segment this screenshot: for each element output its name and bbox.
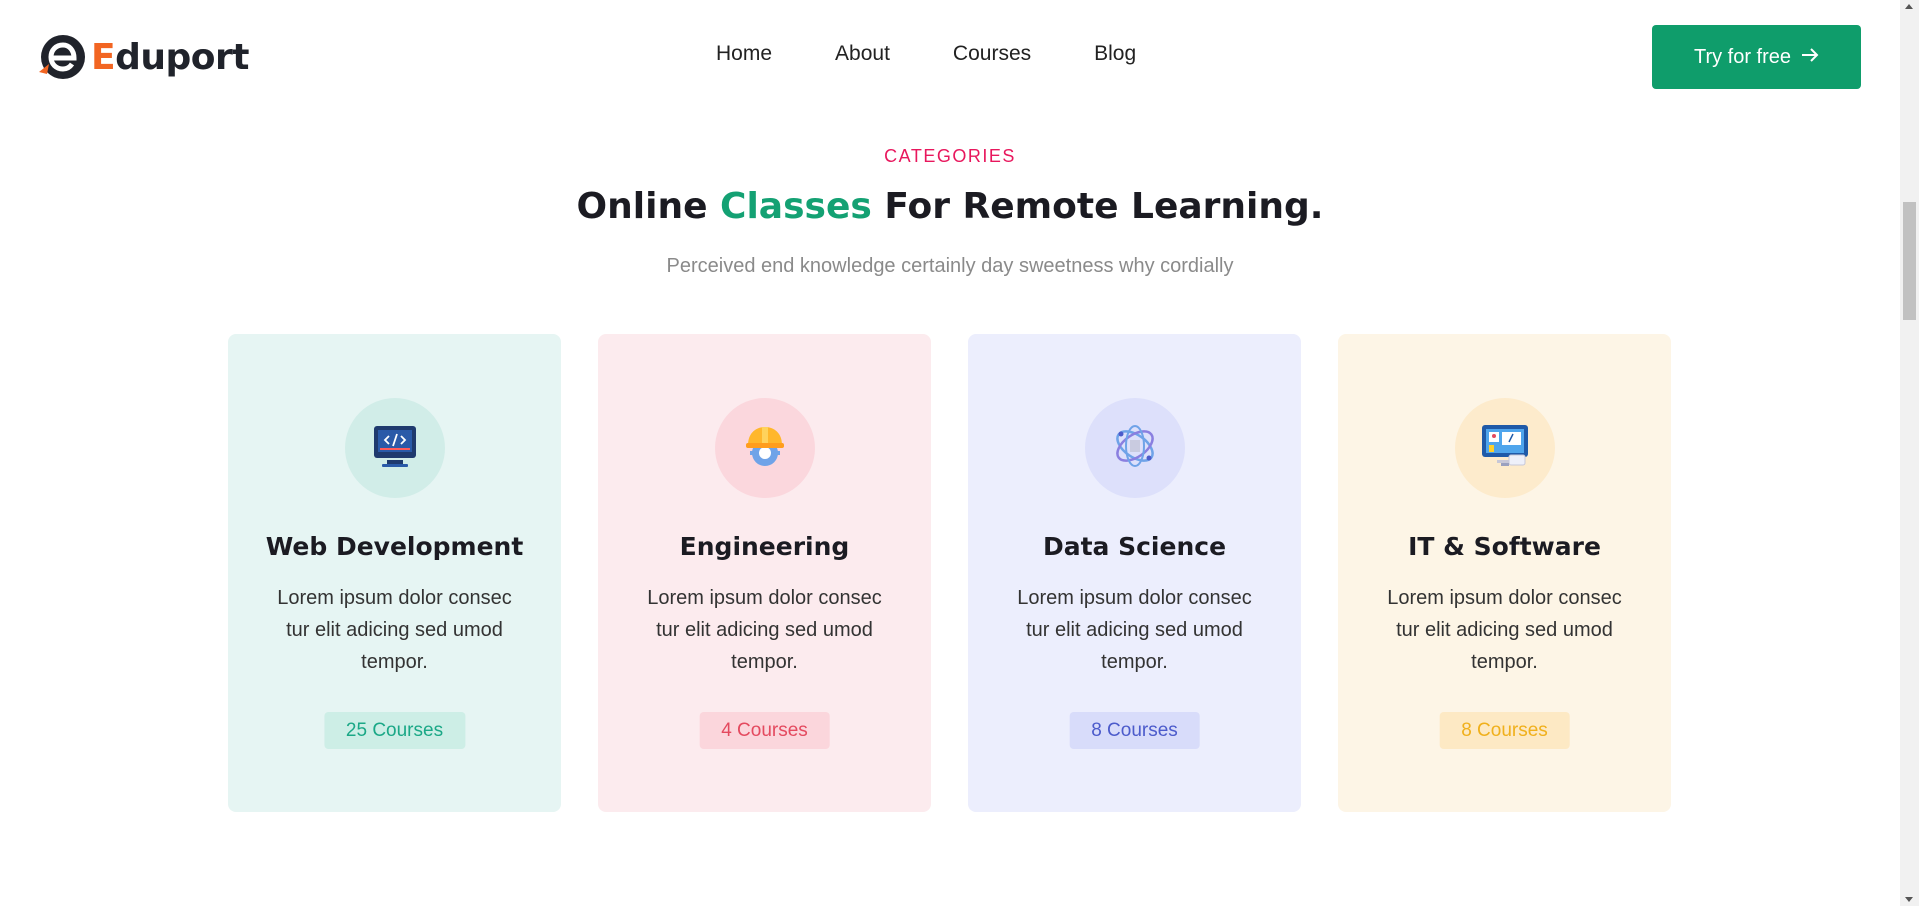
category-card-it-software[interactable]: IT & Software Lorem ipsum dolor consec t… xyxy=(1338,334,1671,812)
data-globe-icon xyxy=(1110,421,1160,476)
card-description: Lorem ipsum dolor consec tur elit adicin… xyxy=(1017,587,1252,673)
card-title: Web Development xyxy=(265,532,524,561)
cta-label: Try for free xyxy=(1693,45,1792,68)
card-description: Lorem ipsum dolor consec tur elit adicin… xyxy=(277,587,512,673)
course-count-badge: 25 Courses xyxy=(323,712,466,749)
eduport-logo-icon xyxy=(37,32,87,82)
scroll-thumb[interactable] xyxy=(1903,202,1916,320)
section-title: Online Classes For Remote Learning. xyxy=(0,186,1900,227)
section-subtitle: Perceived end knowledge certainly day sw… xyxy=(666,255,1234,277)
icon-circle xyxy=(1455,398,1555,498)
nav-courses[interactable]: Courses xyxy=(953,42,1031,66)
code-screen-icon xyxy=(371,424,419,473)
site-header: Eduport Home About Courses Blog Try for … xyxy=(0,0,1900,114)
title-accent: Classes xyxy=(720,186,872,227)
logo-rest: duport xyxy=(115,36,249,78)
category-card-data-science[interactable]: Data Science Lorem ipsum dolor consec tu… xyxy=(968,334,1301,812)
logo-text: Eduport xyxy=(91,37,249,78)
nav-home[interactable]: Home xyxy=(716,42,772,66)
card-title: Data Science xyxy=(1042,532,1227,561)
card-title: IT & Software xyxy=(1408,532,1601,561)
hardhat-gear-icon xyxy=(740,421,790,476)
title-part-2: For Remote Learning. xyxy=(871,186,1324,227)
logo[interactable]: Eduport xyxy=(37,32,249,82)
icon-circle xyxy=(1085,398,1185,498)
card-description: Lorem ipsum dolor consec tur elit adicin… xyxy=(1387,587,1622,673)
card-title: Engineering xyxy=(679,532,850,561)
course-count-badge: 4 Courses xyxy=(699,712,830,749)
course-count-badge: 8 Courses xyxy=(1439,712,1570,749)
nav-about[interactable]: About xyxy=(835,42,890,66)
icon-circle xyxy=(345,398,445,498)
course-count-badge: 8 Courses xyxy=(1069,712,1200,749)
main-nav: Home About Courses Blog xyxy=(716,42,1136,66)
category-card-engineering[interactable]: Engineering Lorem ipsum dolor consec tur… xyxy=(598,334,931,812)
scroll-up-arrow-icon[interactable] xyxy=(1905,4,1913,9)
scroll-down-arrow-icon[interactable] xyxy=(1905,897,1913,902)
card-description: Lorem ipsum dolor consec tur elit adicin… xyxy=(647,587,882,673)
title-part-1: Online xyxy=(576,186,721,227)
icon-circle xyxy=(715,398,815,498)
nav-blog[interactable]: Blog xyxy=(1094,42,1136,66)
vertical-scrollbar[interactable] xyxy=(1900,0,1919,906)
category-cards: Web Development Lorem ipsum dolor consec… xyxy=(228,334,1671,812)
logo-letter: E xyxy=(91,36,116,78)
arrow-right-icon xyxy=(1801,46,1819,69)
try-for-free-button[interactable]: Try for free xyxy=(1652,25,1861,89)
category-card-web-development[interactable]: Web Development Lorem ipsum dolor consec… xyxy=(228,334,561,812)
section-kicker: CATEGORIES xyxy=(884,146,1016,166)
monitor-software-icon xyxy=(1479,422,1531,475)
